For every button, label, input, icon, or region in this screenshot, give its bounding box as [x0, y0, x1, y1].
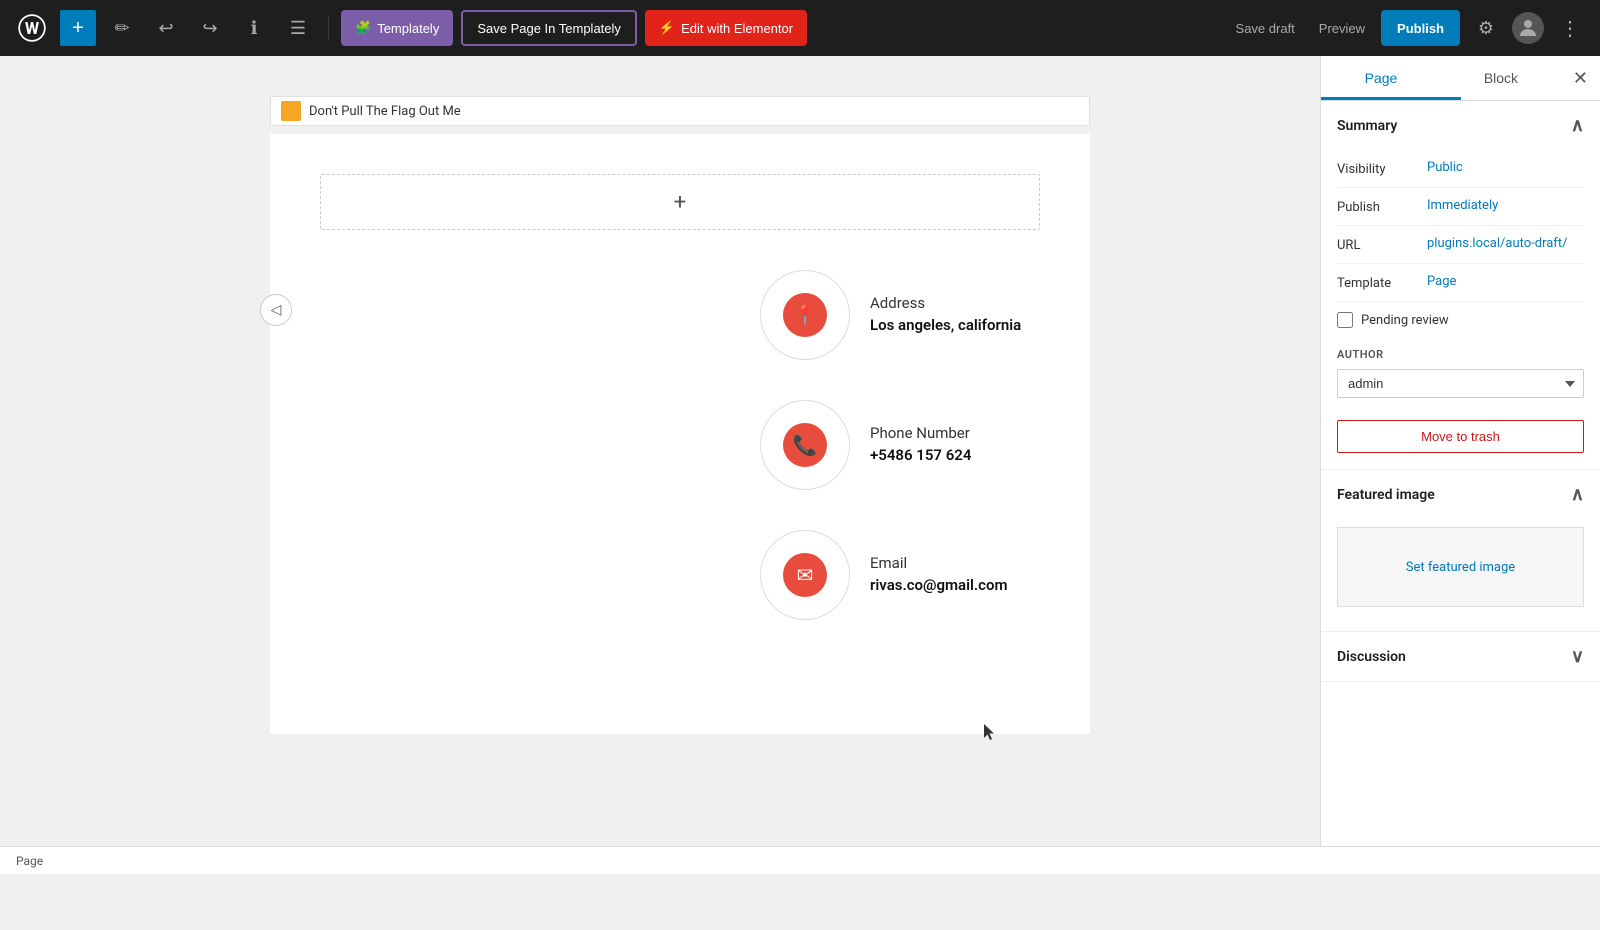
publish-button[interactable]: Publish	[1381, 10, 1460, 46]
featured-image-chevron-icon: ∧	[1571, 484, 1584, 505]
save-draft-button[interactable]: Save draft	[1228, 10, 1303, 46]
editor-area: Don't Pull The Flag Out Me + ◁ 📍	[0, 56, 1320, 874]
redo-button[interactable]: ↪	[192, 10, 228, 46]
templately-icon: 🧩	[355, 20, 371, 36]
email-card: ✉ Email rivas.co@gmail.com	[330, 530, 1030, 620]
author-section: AUTHOR admin	[1337, 338, 1584, 408]
discussion-title: Discussion	[1337, 649, 1406, 665]
settings-button[interactable]: ⚙	[1468, 10, 1504, 46]
templately-label: Templately	[377, 21, 439, 36]
email-circle: ✉	[760, 530, 850, 620]
url-row: URL plugins.local/auto-draft/	[1337, 226, 1584, 264]
publish-label: Publish	[1337, 198, 1427, 215]
phone-icon: 📞	[783, 423, 827, 467]
status-label: Page	[16, 854, 43, 868]
pending-review-label: Pending review	[1361, 313, 1449, 328]
email-value: rivas.co@gmail.com	[870, 576, 1030, 596]
svg-text:W: W	[25, 19, 40, 38]
toolbar: W + ✏ ↩ ↪ ℹ ☰ 🧩 Templately Save Page In …	[0, 0, 1600, 56]
content-canvas: + ◁ 📍 Address Los angeles, california	[270, 134, 1090, 734]
address-circle: 📍	[760, 270, 850, 360]
featured-image-header[interactable]: Featured image ∧	[1321, 470, 1600, 519]
address-label: Address	[870, 294, 1030, 312]
sidebar-close-button[interactable]: ✕	[1561, 56, 1600, 100]
status-bar: Page	[0, 846, 1600, 874]
discussion-header[interactable]: Discussion ∨	[1321, 632, 1600, 681]
tab-page[interactable]: Page	[1321, 56, 1441, 100]
more-options-button[interactable]: ⋮	[1552, 10, 1588, 46]
featured-image-section: Featured image ∧ Set featured image	[1321, 470, 1600, 632]
undo-button[interactable]: ↩	[148, 10, 184, 46]
publish-value[interactable]: Immediately	[1427, 198, 1498, 213]
author-label: AUTHOR	[1337, 348, 1584, 361]
set-featured-image-link[interactable]: Set featured image	[1406, 560, 1515, 575]
visibility-row: Visibility Public	[1337, 150, 1584, 188]
wp-logo: W	[12, 8, 52, 48]
url-value[interactable]: plugins.local/auto-draft/	[1427, 236, 1567, 251]
add-block-button[interactable]: +	[60, 10, 96, 46]
edit-icon-button[interactable]: ✏	[104, 10, 140, 46]
elementor-label: Edit with Elementor	[681, 21, 793, 36]
move-left-button[interactable]: ◁	[260, 294, 292, 326]
sidebar: Page Block ✕ Summary ∧ Visibility Public…	[1320, 56, 1600, 874]
elementor-button[interactable]: ⚡ Edit with Elementor	[645, 10, 807, 46]
summary-title: Summary	[1337, 118, 1397, 134]
phone-circle: 📞	[760, 400, 850, 490]
pending-review-checkbox[interactable]	[1337, 312, 1353, 328]
visibility-value[interactable]: Public	[1427, 160, 1463, 175]
phone-card: 📞 Phone Number +5486 157 624	[390, 400, 1030, 490]
move-to-trash-button[interactable]: Move to trash	[1337, 420, 1584, 453]
left-arrow-icon: ◁	[271, 302, 282, 318]
elementor-icon: ⚡	[659, 20, 675, 36]
summary-chevron-icon: ∧	[1571, 115, 1584, 136]
phone-info: Phone Number +5486 157 624	[870, 424, 1030, 466]
featured-image-placeholder[interactable]: Set featured image	[1337, 527, 1584, 607]
visibility-label: Visibility	[1337, 160, 1427, 177]
template-value[interactable]: Page	[1427, 274, 1456, 289]
contact-section: ◁ 📍 Address Los angeles, california 📞	[270, 250, 1090, 680]
page-title-bar: Don't Pull The Flag Out Me	[270, 96, 1090, 126]
featured-image-body: Set featured image	[1321, 527, 1600, 631]
template-label: Template	[1337, 274, 1427, 291]
preview-button[interactable]: Preview	[1311, 10, 1373, 46]
tab-block[interactable]: Block	[1441, 56, 1561, 100]
email-label: Email	[870, 554, 1030, 572]
template-row: Template Page	[1337, 264, 1584, 302]
discussion-chevron-icon: ∨	[1571, 646, 1584, 667]
email-icon: ✉	[783, 553, 827, 597]
discussion-section: Discussion ∨	[1321, 632, 1600, 682]
add-block-placeholder[interactable]: +	[320, 174, 1040, 230]
toolbar-right: Save draft Preview Publish ⚙ ⋮	[1228, 10, 1588, 46]
address-value: Los angeles, california	[870, 316, 1030, 336]
summary-section-header[interactable]: Summary ∧	[1321, 101, 1600, 150]
address-info: Address Los angeles, california	[870, 294, 1030, 336]
toolbar-separator	[328, 16, 329, 40]
info-button[interactable]: ℹ	[236, 10, 272, 46]
main-layout: Don't Pull The Flag Out Me + ◁ 📍	[0, 56, 1600, 874]
pending-review-row: Pending review	[1337, 302, 1584, 338]
author-select[interactable]: admin	[1337, 369, 1584, 398]
summary-section: Summary ∧ Visibility Public Publish Imme…	[1321, 101, 1600, 470]
featured-image-title: Featured image	[1337, 487, 1435, 503]
address-card: 📍 Address Los angeles, california	[330, 270, 1030, 360]
page-title: Don't Pull The Flag Out Me	[309, 104, 461, 119]
phone-value: +5486 157 624	[870, 446, 1030, 466]
publish-row: Publish Immediately	[1337, 188, 1584, 226]
url-label: URL	[1337, 236, 1427, 253]
address-icon: 📍	[783, 293, 827, 337]
templately-button[interactable]: 🧩 Templately	[341, 10, 453, 46]
phone-label: Phone Number	[870, 424, 1030, 442]
list-view-button[interactable]: ☰	[280, 10, 316, 46]
page-icon	[281, 101, 301, 121]
user-avatar-button[interactable]	[1512, 12, 1544, 44]
email-info: Email rivas.co@gmail.com	[870, 554, 1030, 596]
save-templately-button[interactable]: Save Page In Templately	[461, 10, 637, 46]
add-block-plus-icon: +	[674, 190, 686, 215]
sidebar-tabs: Page Block ✕	[1321, 56, 1600, 101]
summary-section-body: Visibility Public Publish Immediately UR…	[1321, 150, 1600, 469]
